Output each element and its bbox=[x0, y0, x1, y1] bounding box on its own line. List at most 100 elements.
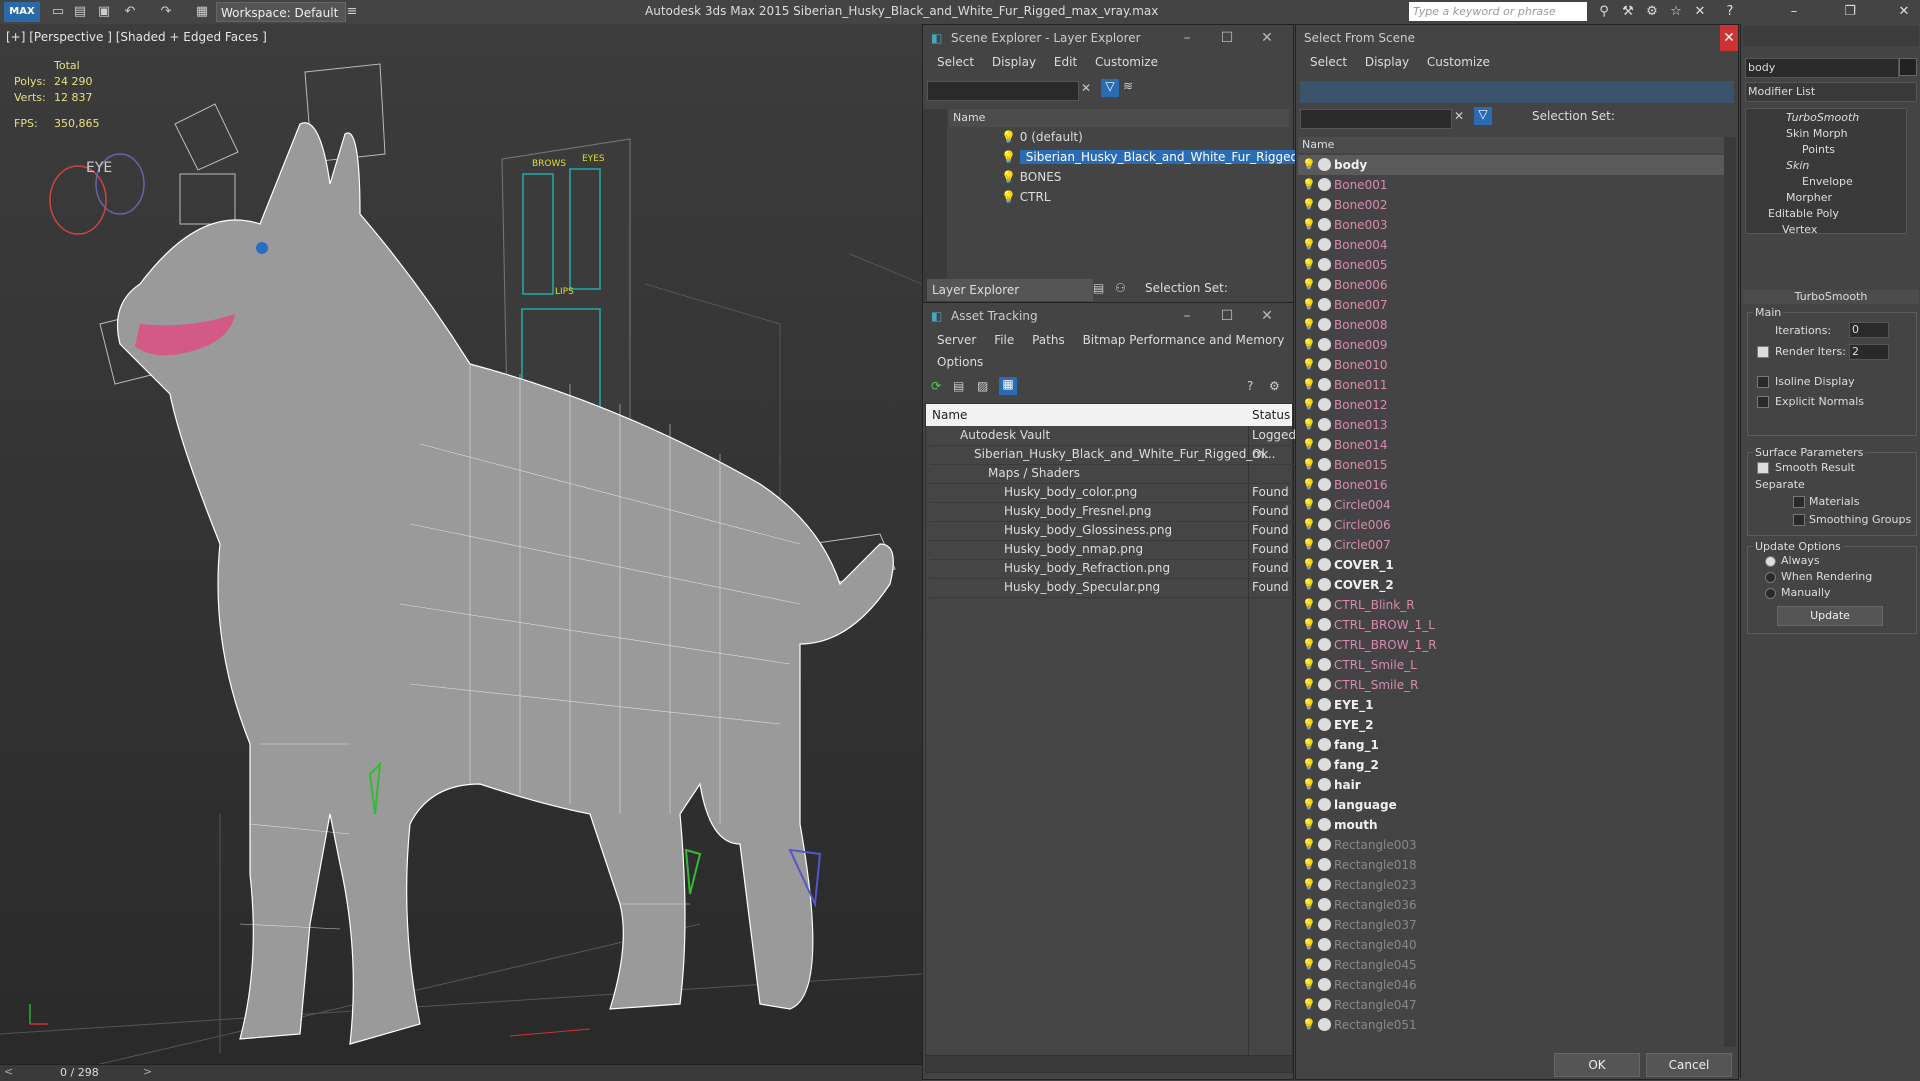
object-row[interactable]: 💡 Bone003 bbox=[1298, 215, 1728, 235]
visibility-bulb-icon[interactable]: 💡 bbox=[1302, 675, 1316, 695]
visibility-bulb-icon[interactable]: 💡 bbox=[1302, 915, 1316, 935]
menu-paths[interactable]: Paths bbox=[1032, 333, 1065, 347]
maximize-icon[interactable]: ☐ bbox=[1213, 25, 1241, 51]
visibility-bulb-icon[interactable]: 💡 bbox=[1302, 895, 1316, 915]
name-column-header[interactable]: Name bbox=[1298, 137, 1726, 153]
bulb-icon[interactable]: 💡 bbox=[1001, 170, 1016, 184]
layers-toggle-icon[interactable]: ≋ bbox=[1123, 79, 1133, 93]
object-row[interactable]: 💡 CTRL_Smile_L bbox=[1298, 655, 1728, 675]
asset-row[interactable]: Autodesk Vault Logged bbox=[930, 426, 1296, 446]
name-column-header[interactable]: Name bbox=[932, 404, 967, 426]
visibility-bulb-icon[interactable]: 💡 bbox=[1302, 575, 1316, 595]
filter-icon[interactable]: ▽ bbox=[1101, 79, 1119, 97]
filter-toolbar[interactable] bbox=[1300, 81, 1734, 103]
menu-display[interactable]: Display bbox=[1365, 55, 1409, 69]
visibility-bulb-icon[interactable]: 💡 bbox=[1302, 955, 1316, 975]
object-row[interactable]: 💡 Circle004 bbox=[1298, 495, 1728, 515]
menu-select[interactable]: Select bbox=[1310, 55, 1347, 69]
viewport-label[interactable]: [+] [Perspective ] [Shaded + Edged Faces… bbox=[6, 30, 267, 44]
stack-item-skin[interactable]: Skin bbox=[1786, 159, 1809, 172]
menu-customize[interactable]: Customize bbox=[1427, 55, 1490, 69]
object-row[interactable]: 💡 mouth bbox=[1298, 815, 1728, 835]
asset-row[interactable]: Husky_body_Fresnel.png Found bbox=[930, 502, 1294, 522]
visibility-bulb-icon[interactable]: 💡 bbox=[1302, 995, 1316, 1015]
object-row[interactable]: 💡 language bbox=[1298, 795, 1728, 815]
object-row[interactable]: 💡 Bone010 bbox=[1298, 355, 1728, 375]
open-file-icon[interactable]: ▤ bbox=[72, 4, 88, 20]
bulb-icon[interactable]: 💡 bbox=[1001, 190, 1016, 204]
smooth-result-checkbox[interactable] bbox=[1757, 462, 1769, 474]
visibility-bulb-icon[interactable]: 💡 bbox=[1302, 335, 1316, 355]
visibility-bulb-icon[interactable]: 💡 bbox=[1302, 435, 1316, 455]
stack-item-envelope[interactable]: Envelope bbox=[1802, 175, 1853, 188]
object-row[interactable]: 💡 CTRL_Smile_R bbox=[1298, 675, 1728, 695]
object-row[interactable]: 💡 Rectangle003 bbox=[1298, 835, 1728, 855]
visibility-bulb-icon[interactable]: 💡 bbox=[1302, 475, 1316, 495]
time-prev-icon[interactable]: < bbox=[4, 1065, 13, 1078]
object-row[interactable]: 💡 fang_2 bbox=[1298, 755, 1728, 775]
search-input[interactable]: Type a keyword or phrase bbox=[1409, 2, 1587, 21]
object-row[interactable]: 💡 Bone005 bbox=[1298, 255, 1728, 275]
menu-display[interactable]: Display bbox=[992, 55, 1036, 69]
object-row[interactable]: 💡 COVER_2 bbox=[1298, 575, 1728, 595]
help-icon[interactable]: ? bbox=[1247, 379, 1253, 393]
object-row[interactable]: 💡 Bone016 bbox=[1298, 475, 1728, 495]
object-row[interactable]: 💡 CTRL_BROW_1_R bbox=[1298, 635, 1728, 655]
object-row[interactable]: 💡 Bone004 bbox=[1298, 235, 1728, 255]
perspective-viewport[interactable]: BROWS EYES LIPS EYE [+] [Perspective] [… bbox=[0, 24, 922, 1064]
visibility-bulb-icon[interactable]: 💡 bbox=[1302, 215, 1316, 235]
minimize-icon[interactable]: – bbox=[1173, 303, 1201, 329]
name-column-header[interactable]: Name bbox=[949, 109, 1289, 127]
layer-row-default[interactable]: 💡 0 (default) bbox=[1001, 127, 1083, 147]
visibility-bulb-icon[interactable]: 💡 bbox=[1302, 855, 1316, 875]
minimize-icon[interactable]: – bbox=[1173, 25, 1201, 51]
visibility-bulb-icon[interactable]: 💡 bbox=[1302, 935, 1316, 955]
visibility-bulb-icon[interactable]: 💡 bbox=[1302, 175, 1316, 195]
visibility-bulb-icon[interactable]: 💡 bbox=[1302, 455, 1316, 475]
visibility-bulb-icon[interactable]: 💡 bbox=[1302, 755, 1316, 775]
close-icon[interactable]: ✕ bbox=[1720, 25, 1738, 51]
time-next-icon[interactable]: > bbox=[143, 1065, 152, 1078]
close-icon[interactable]: ✕ bbox=[1253, 25, 1281, 51]
horizontal-scrollbar[interactable] bbox=[925, 1055, 1293, 1073]
object-row[interactable]: 💡 Rectangle051 bbox=[1298, 1015, 1728, 1035]
visibility-bulb-icon[interactable]: 💡 bbox=[1302, 695, 1316, 715]
asset-row[interactable]: Husky_body_nmap.png Found bbox=[930, 540, 1294, 560]
stack-toolbar[interactable] bbox=[1745, 244, 1915, 264]
workspace-dropdown[interactable]: Workspace: Default bbox=[216, 2, 346, 22]
filter-icon[interactable]: ▽ bbox=[1474, 107, 1492, 125]
object-row[interactable]: 💡 EYE_1 bbox=[1298, 695, 1728, 715]
stack-item-points[interactable]: Points bbox=[1802, 143, 1835, 156]
visibility-bulb-icon[interactable]: 💡 bbox=[1302, 395, 1316, 415]
visibility-bulb-icon[interactable]: 💡 bbox=[1302, 195, 1316, 215]
visibility-bulb-icon[interactable]: 💡 bbox=[1302, 1015, 1316, 1035]
close-icon[interactable]: ✕ bbox=[1896, 4, 1912, 20]
stack-item-turbosmooth[interactable]: TurboSmooth bbox=[1786, 111, 1859, 124]
stack-item-vertex[interactable]: Vertex bbox=[1782, 223, 1817, 236]
restore-icon[interactable]: ❐ bbox=[1842, 4, 1858, 20]
command-panel-tabs[interactable] bbox=[1743, 26, 1919, 46]
visibility-bulb-icon[interactable]: 💡 bbox=[1302, 535, 1316, 555]
object-row[interactable]: 💡 Bone014 bbox=[1298, 435, 1728, 455]
clear-search-icon[interactable]: ✕ bbox=[1454, 109, 1464, 123]
iterations-spinner[interactable]: 0 bbox=[1849, 322, 1889, 338]
vertical-scrollbar[interactable] bbox=[1724, 137, 1736, 1047]
object-row[interactable]: 💡 Bone013 bbox=[1298, 415, 1728, 435]
table-view-icon[interactable]: ▦ bbox=[999, 377, 1017, 395]
status-column-header[interactable]: Status bbox=[1252, 404, 1290, 426]
object-row[interactable]: 💡 Bone008 bbox=[1298, 315, 1728, 335]
menu-server[interactable]: Server bbox=[937, 333, 976, 347]
clear-search-icon[interactable]: ✕ bbox=[1081, 81, 1091, 95]
visibility-bulb-icon[interactable]: 💡 bbox=[1302, 415, 1316, 435]
asset-row[interactable]: Husky_body_Specular.png Found bbox=[930, 578, 1294, 598]
stack-item-skin-morph[interactable]: Skin Morph bbox=[1786, 127, 1848, 140]
visibility-bulb-icon[interactable]: 💡 bbox=[1302, 875, 1316, 895]
object-row[interactable]: 💡 Circle006 bbox=[1298, 515, 1728, 535]
redo-icon[interactable]: ↷ bbox=[158, 4, 174, 20]
visibility-bulb-icon[interactable]: 💡 bbox=[1302, 375, 1316, 395]
render-iters-checkbox[interactable] bbox=[1757, 346, 1769, 358]
layer-row-bones[interactable]: 💡 BONES bbox=[1001, 167, 1061, 187]
tools-icon[interactable]: ⚒ bbox=[1620, 4, 1636, 20]
visibility-bulb-icon[interactable]: 💡 bbox=[1302, 275, 1316, 295]
object-row[interactable]: 💡 Rectangle046 bbox=[1298, 975, 1728, 995]
